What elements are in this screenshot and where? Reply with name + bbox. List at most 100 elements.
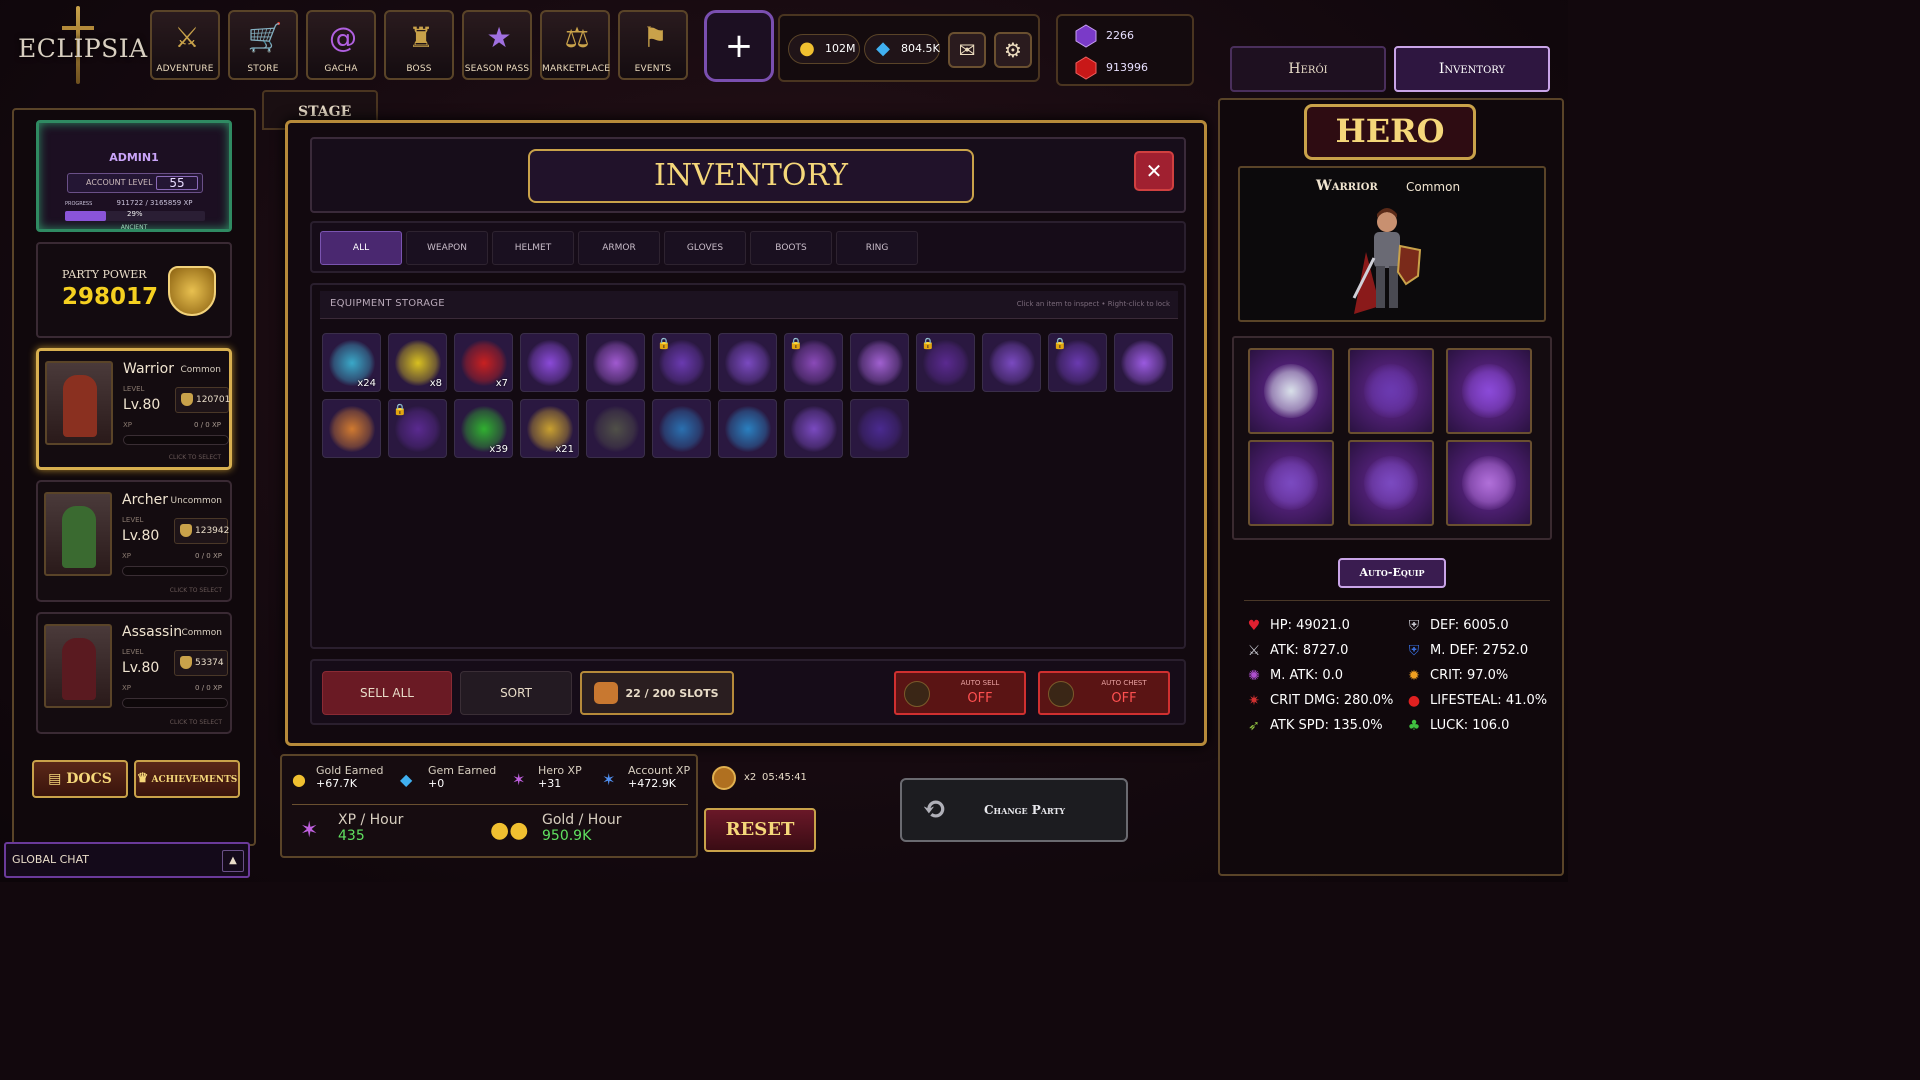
inventory-slot-armor[interactable]: 🔒 <box>916 333 975 392</box>
inventory-slot-ring[interactable] <box>850 333 909 392</box>
tab-heroes[interactable]: Herói <box>1230 46 1386 92</box>
rank-label: ANCIENT <box>120 224 148 231</box>
change-party-button[interactable]: ⟲ Change Party <box>900 778 1128 842</box>
hero-power: 123942 <box>174 518 229 544</box>
assassin-portrait <box>44 624 112 708</box>
inventory-slot-ring[interactable] <box>586 333 645 392</box>
nav-boss-button[interactable]: ♜ BOSS <box>384 10 454 80</box>
chat-toggle-button[interactable]: ▲ <box>222 850 244 872</box>
tab-inventory[interactable]: Inventory <box>1394 46 1550 92</box>
inventory-modal: INVENTORY ✕ ALL WEAPON HELMET ARMOR GLOV… <box>285 120 1207 746</box>
auto-equip-button[interactable]: Auto-Equip <box>1338 558 1446 588</box>
filter-all[interactable]: ALL <box>320 231 402 265</box>
close-button[interactable]: ✕ <box>1134 151 1174 191</box>
inventory-slot-gloves[interactable]: 🔒 <box>652 333 711 392</box>
inventory-slot-gloves[interactable] <box>850 399 909 458</box>
slots-text: 22 / 200 SLOTS <box>625 687 719 700</box>
inventory-slot-staff[interactable]: x21 <box>520 399 579 458</box>
power-shield-icon <box>181 393 193 406</box>
sell-all-button[interactable]: SELL ALL <box>322 671 452 715</box>
item-quantity: x39 <box>489 444 508 455</box>
inventory-slot-weapon[interactable] <box>1114 333 1173 392</box>
horned-helmet-icon: ♜ <box>408 21 434 54</box>
inventory-slot-hat[interactable] <box>322 399 381 458</box>
equip-slot-armor[interactable] <box>1348 348 1434 434</box>
inventory-slot-ring[interactable] <box>718 399 777 458</box>
item-quantity: x7 <box>495 378 508 389</box>
blue-shield-icon: ⛨ <box>1408 643 1420 659</box>
hero-card-warrior[interactable]: Warrior Common LEVEL Lv.80 120701 XP 0 /… <box>36 348 232 470</box>
inventory-slot-staff[interactable]: x24 <box>322 333 381 392</box>
filter-ring[interactable]: RING <box>836 231 918 265</box>
gem-earned: ◆ Gem Earned +0 <box>400 764 496 790</box>
hero-rarity: Uncommon <box>170 496 223 506</box>
nav-label: ADVENTURE <box>156 64 214 74</box>
hero-power-value: 120701 <box>196 395 231 405</box>
nav-store-button[interactable]: 🛒 STORE <box>228 10 298 80</box>
nav-season-pass-button[interactable]: ★ SEASON PASS <box>462 10 532 80</box>
inventory-slot-armor[interactable] <box>784 399 843 458</box>
settings-button[interactable]: ⚙ <box>994 32 1032 68</box>
backpack-icon <box>594 682 618 704</box>
global-chat-bar[interactable]: GLOBAL CHAT ▲ <box>4 842 250 878</box>
equip-slot-weapon[interactable] <box>1446 348 1532 434</box>
nav-adventure-button[interactable]: ⚔ ADVENTURE <box>150 10 220 80</box>
gem-balances: 2266 913996 <box>1056 14 1194 86</box>
stats-divider <box>1244 600 1550 601</box>
nav-marketplace-button[interactable]: ⚖ MARKETPLACE <box>540 10 610 80</box>
equip-slot-boots[interactable] <box>1248 440 1334 526</box>
equip-slot-gloves[interactable] <box>1348 440 1434 526</box>
inventory-slot-armor[interactable] <box>520 333 579 392</box>
inventory-slot-staff[interactable]: x39 <box>454 399 513 458</box>
inventory-slot-staff[interactable] <box>586 399 645 458</box>
boots-icon <box>989 340 1035 386</box>
inventory-slot-gloves[interactable] <box>718 333 777 392</box>
hero-stat-text: CRIT DMG: 280.0% <box>1270 693 1394 708</box>
hero-card-assassin[interactable]: Assassin Common LEVEL Lv.80 53374 XP 0 /… <box>36 612 232 734</box>
inventory-slot-boots[interactable] <box>982 333 1041 392</box>
gold-coins-icon: ● <box>292 770 306 789</box>
equip-slot-helmet[interactable] <box>1248 348 1334 434</box>
xp-label: XP <box>122 552 132 560</box>
gear-icon: ⚙ <box>1004 38 1022 62</box>
progress-label: PROGRESS <box>65 201 93 207</box>
filter-boots[interactable]: BOOTS <box>750 231 832 265</box>
add-button[interactable]: + <box>704 10 774 82</box>
main-navigation: ⚔ ADVENTURE 🛒 STORE @ GACHA ♜ BOSS ★ SEA… <box>150 10 688 82</box>
red-gem-value: 913996 <box>1106 61 1148 74</box>
auto-sell-toggle[interactable]: AUTO SELL OFF <box>894 671 1026 715</box>
nav-gacha-button[interactable]: @ GACHA <box>306 10 376 80</box>
nav-events-button[interactable]: ⚑ EVENTS <box>618 10 688 80</box>
slots-indicator[interactable]: 22 / 200 SLOTS <box>580 671 734 715</box>
inventory-title: INVENTORY <box>528 149 974 203</box>
reset-button[interactable]: RESET <box>704 808 816 852</box>
account-xp-label: Account XP <box>628 764 691 777</box>
docs-button[interactable]: ▤ DOCS <box>32 760 128 798</box>
achievements-button[interactable]: ♛ ACHIEVEMENTS <box>134 760 240 798</box>
hero-xp: 0 / 0 XP <box>194 421 221 429</box>
filter-gloves[interactable]: GLOVES <box>664 231 746 265</box>
hero-stat: ⚔ ATK: 8727.0 <box>1246 642 1349 660</box>
filter-armor[interactable]: ARMOR <box>578 231 660 265</box>
filter-helmet[interactable]: HELMET <box>492 231 574 265</box>
inventory-slot-boots[interactable]: 🔒 <box>1048 333 1107 392</box>
mail-button[interactable]: ✉ <box>948 32 986 68</box>
inventory-slot-ring[interactable] <box>652 399 711 458</box>
sort-button[interactable]: SORT <box>460 671 572 715</box>
nav-label: BOSS <box>406 64 432 74</box>
inventory-slot-ring[interactable]: 🔒 <box>784 333 843 392</box>
inventory-slot-staff[interactable]: x7 <box>454 333 513 392</box>
gold-pile-icon: ●● <box>490 818 529 843</box>
auto-chest-toggle[interactable]: AUTO CHEST OFF <box>1038 671 1170 715</box>
filter-weapon[interactable]: WEAPON <box>406 231 488 265</box>
hero-xp: 0 / 0 XP <box>195 552 222 560</box>
hero-card-archer[interactable]: Archer Uncommon LEVEL Lv.80 123942 XP 0 … <box>36 480 232 602</box>
inventory-slot-staff[interactable]: x8 <box>388 333 447 392</box>
profile-card[interactable]: ADMIN1 ACCOUNT LEVEL 55 PROGRESS 911722 … <box>36 120 232 232</box>
spark-icon: ✹ <box>1408 668 1420 684</box>
hero-rarity: Common <box>181 628 222 638</box>
gloves-icon <box>725 340 771 386</box>
inventory-slot-armor[interactable]: 🔒 <box>388 399 447 458</box>
nav-label: EVENTS <box>634 64 672 74</box>
equip-slot-ring[interactable] <box>1446 440 1532 526</box>
